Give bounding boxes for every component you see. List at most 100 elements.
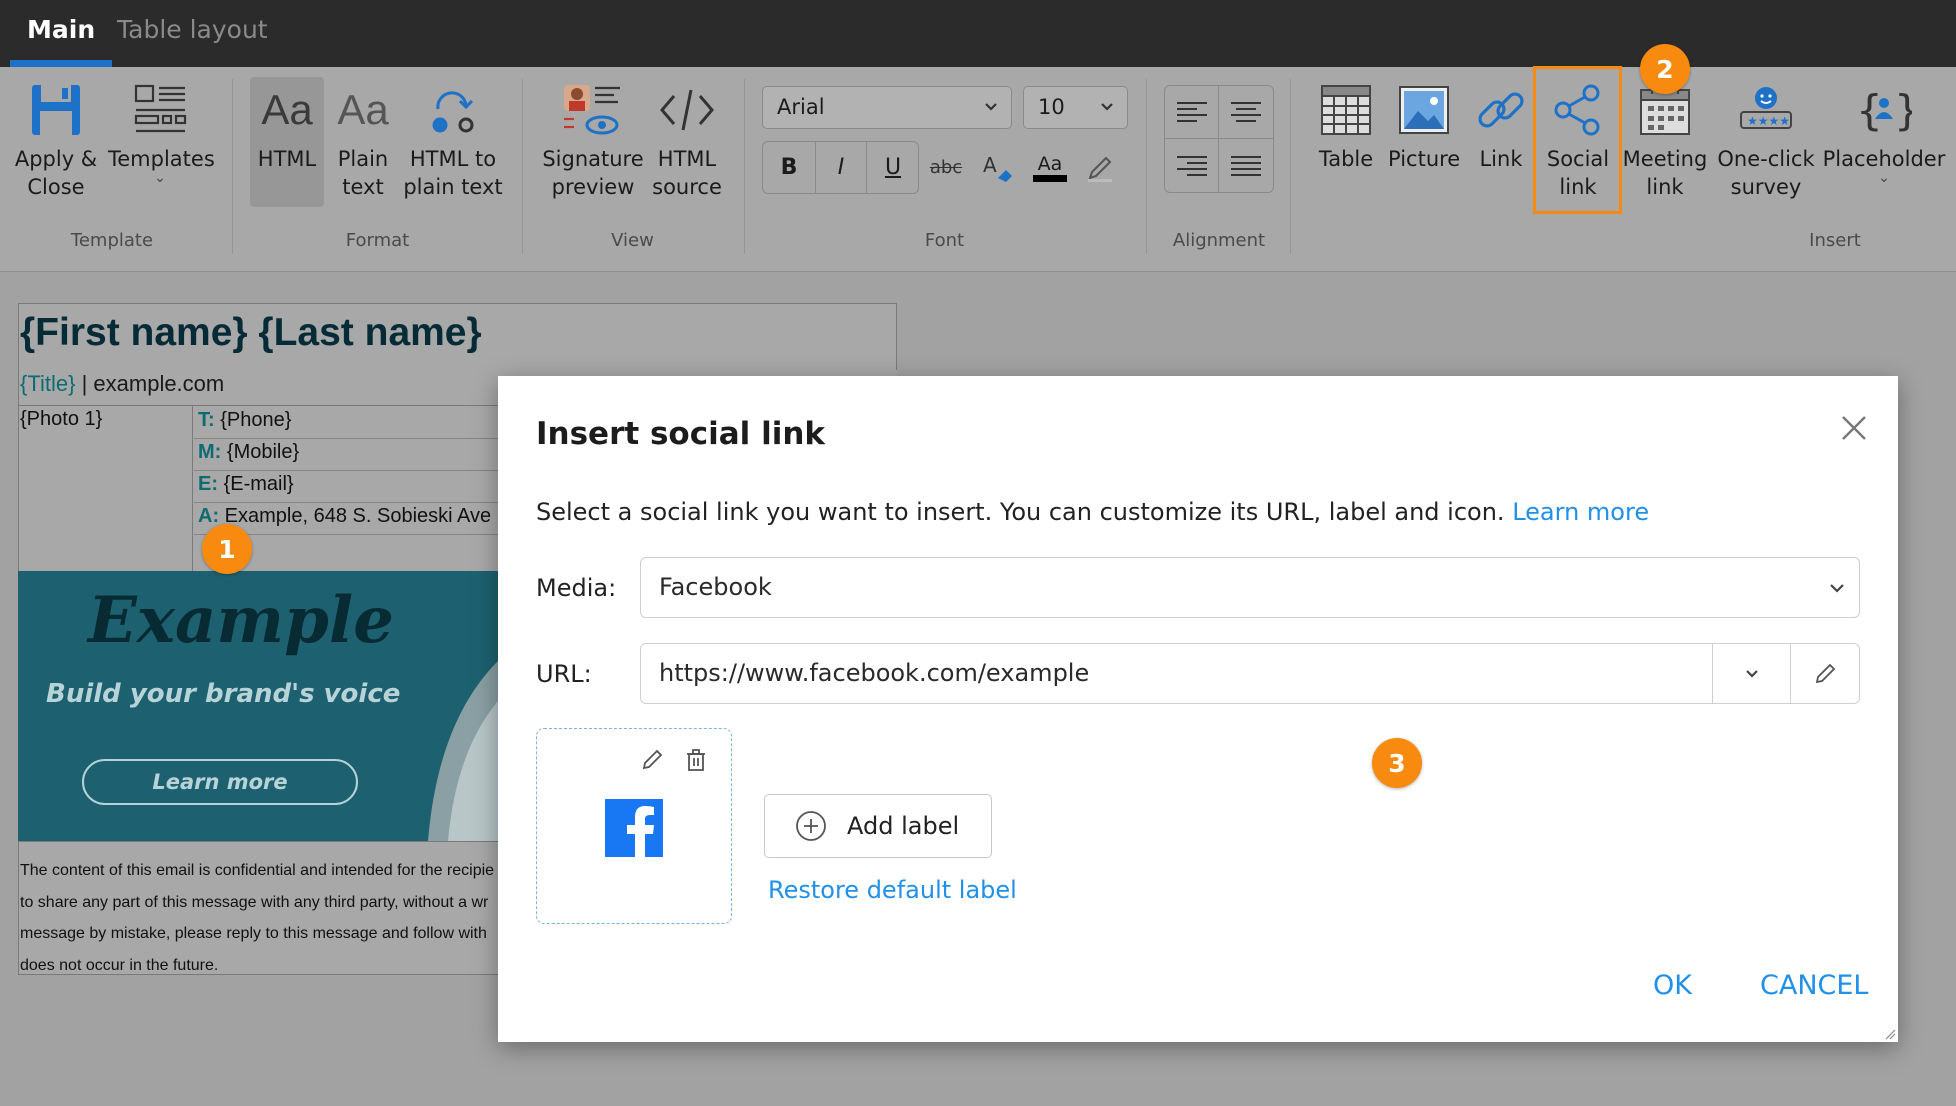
align-right-icon	[1176, 155, 1207, 176]
underline-button[interactable]: U	[867, 142, 919, 193]
font-color-swatch	[1033, 175, 1067, 182]
edit-url-button[interactable]	[1791, 644, 1859, 703]
group-label-alignment: Alignment	[1172, 230, 1266, 251]
html-source-button[interactable]: HTML source	[650, 75, 724, 201]
url-value: https://www.facebook.com/example	[659, 659, 1090, 687]
font-size-select[interactable]: 10	[1023, 86, 1128, 129]
ok-button[interactable]: OK	[1653, 970, 1692, 1001]
contact-key: E:	[198, 473, 218, 495]
font-color-button[interactable]: Aa	[1024, 142, 1076, 193]
plain-text-label-2: text	[342, 175, 384, 199]
facebook-icon	[605, 799, 663, 861]
restore-default-label-link[interactable]: Restore default label	[768, 876, 1017, 904]
apply-close-label-2: Close	[27, 175, 85, 199]
strikethrough-button[interactable]: abc	[920, 142, 972, 193]
disclaimer-text: The content of this email is confidentia…	[20, 855, 500, 981]
insert-social-link-button[interactable]: Social link	[1536, 75, 1620, 201]
contact-value: Example, 648 S. Sobieski Ave	[224, 505, 492, 527]
insert-table-button[interactable]: Table	[1308, 75, 1384, 173]
highlighter-icon: A	[983, 153, 1012, 182]
insert-picture-button[interactable]: Picture	[1388, 75, 1460, 173]
templates-button[interactable]: Templates ⌄	[108, 75, 215, 185]
website-text: example.com	[93, 371, 225, 396]
social-link-label-2: link	[1559, 175, 1597, 199]
close-button[interactable]	[1840, 414, 1868, 446]
align-center-button[interactable]	[1219, 86, 1273, 139]
insert-social-link-dialog: Insert social link Select a social link …	[498, 376, 1898, 1042]
svg-text:}: }	[1894, 86, 1912, 135]
bold-button[interactable]: B	[763, 142, 815, 193]
edit-icon-button[interactable]	[641, 749, 663, 775]
apply-close-button[interactable]: Apply & Close	[8, 75, 104, 201]
url-field[interactable]: https://www.facebook.com/example	[640, 643, 1860, 704]
signature-preview-button[interactable]: Signature preview	[540, 75, 646, 201]
group-separator	[522, 79, 523, 254]
contact-value: {E-mail}	[223, 473, 294, 495]
contact-key: T:	[198, 409, 215, 431]
building-graphic	[428, 661, 498, 841]
group-label-view: View	[611, 230, 654, 251]
signature-preview-label-2: preview	[551, 175, 635, 199]
align-justify-icon	[1231, 155, 1261, 176]
html-to-plain-button[interactable]: HTML to plain text	[402, 75, 504, 201]
meeting-link-label-2: link	[1646, 175, 1684, 199]
media-label: Media:	[536, 574, 617, 602]
media-value: Facebook	[659, 573, 772, 601]
signature-name: {First name} {Last name}	[20, 311, 482, 354]
contact-row: M: {Mobile}	[194, 439, 524, 471]
group-separator	[232, 79, 233, 254]
contact-key: A:	[198, 505, 220, 527]
plain-text-label-1: Plain	[337, 147, 389, 171]
delete-icon-button[interactable]	[685, 749, 707, 775]
svg-text:A: A	[983, 153, 997, 177]
signature-preview-label-1: Signature	[542, 147, 644, 171]
contact-row: T: {Phone}	[194, 407, 524, 439]
survey-label-1: One-click	[1717, 147, 1815, 171]
media-select[interactable]: Facebook	[640, 557, 1860, 618]
align-justify-button[interactable]	[1219, 139, 1273, 192]
placeholder-icon: {}	[1822, 75, 1946, 145]
html-to-plain-label-1: HTML to	[409, 147, 497, 171]
align-right-button[interactable]	[1165, 139, 1219, 192]
align-left-button[interactable]	[1165, 86, 1219, 139]
disclaimer-line: to share any part of this message with a…	[20, 893, 489, 911]
placeholder-label: Placeholder	[1822, 147, 1946, 171]
share-icon	[1536, 75, 1620, 145]
font-name-select[interactable]: Arial	[762, 86, 1012, 129]
insert-link-button[interactable]: Link	[1466, 75, 1536, 173]
resize-grip-icon[interactable]	[1884, 1028, 1896, 1040]
convert-icon	[402, 75, 504, 145]
add-label-button[interactable]: Add label	[764, 794, 992, 858]
signature-preview-icon	[540, 75, 646, 145]
picture-label: Picture	[1388, 147, 1461, 171]
social-icon-preview[interactable]	[536, 728, 732, 924]
code-icon	[650, 75, 724, 145]
insert-survey-button[interactable]: ★★★★ One-click survey	[1716, 75, 1816, 201]
font-size-value: 10	[1038, 95, 1065, 119]
templates-icon	[108, 75, 212, 145]
group-separator	[1146, 79, 1147, 254]
plain-text-button[interactable]: Aa Plain text	[328, 75, 398, 201]
font-color-sample: Aa	[1037, 153, 1063, 175]
link-icon	[1466, 75, 1536, 145]
italic-button[interactable]: I	[815, 142, 867, 193]
cancel-button[interactable]: CANCEL	[1760, 970, 1868, 1001]
font-name-value: Arial	[777, 95, 825, 119]
signature-banner[interactable]: Example Build your brand's voice Learn m…	[18, 571, 498, 841]
tab-main[interactable]: Main	[10, 0, 113, 67]
html-source-label-2: source	[652, 175, 722, 199]
align-left-icon	[1176, 102, 1207, 122]
group-separator	[744, 79, 745, 254]
link-label: Link	[1479, 147, 1523, 171]
contact-value: {Phone}	[220, 409, 292, 431]
url-dropdown-button[interactable]	[1713, 644, 1790, 703]
tab-table-layout[interactable]: Table layout	[100, 0, 285, 67]
html-format-button[interactable]: Aa HTML	[250, 75, 324, 173]
table-icon	[1308, 75, 1384, 145]
pencil-icon	[642, 749, 663, 770]
highlight-button[interactable]: A	[972, 142, 1024, 193]
insert-placeholder-button[interactable]: {} Placeholder ⌄	[1822, 75, 1946, 185]
learn-more-link[interactable]: Learn more	[1512, 498, 1649, 526]
format-painter-button[interactable]	[1074, 142, 1126, 193]
banner-cta-button[interactable]: Learn more	[82, 759, 358, 805]
